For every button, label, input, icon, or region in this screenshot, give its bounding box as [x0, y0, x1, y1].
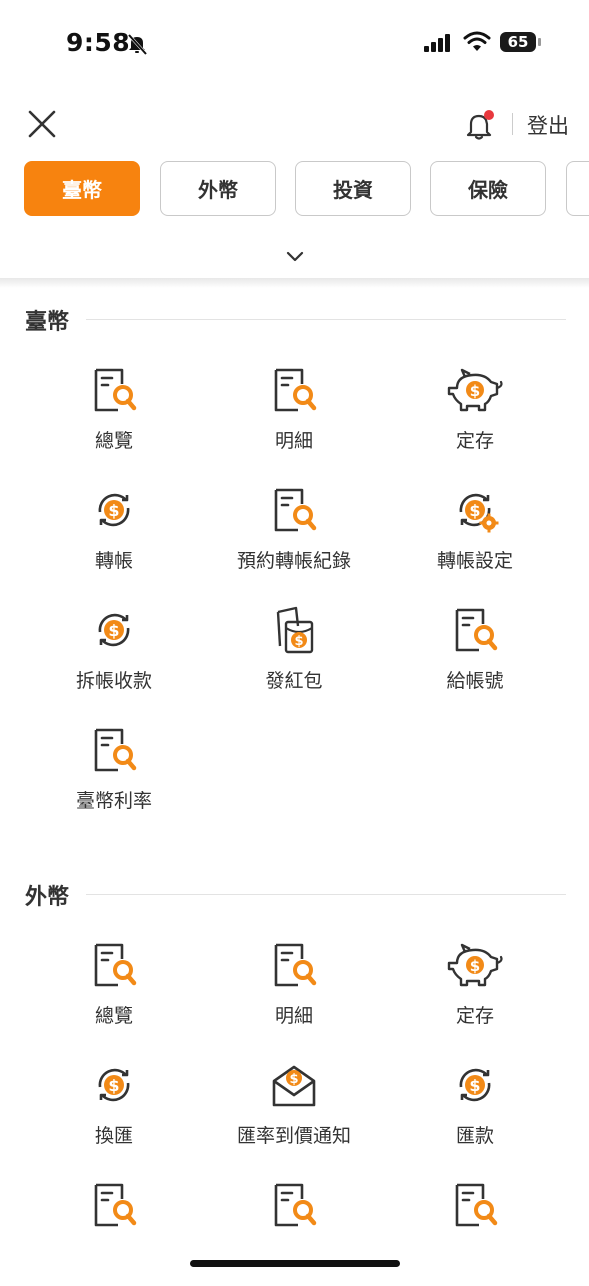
chevron-down-icon[interactable] [284, 248, 306, 266]
function-item-label: 定存 [455, 1005, 494, 1027]
function-item[interactable]: 給帳號 [385, 606, 565, 711]
function-item-label: 拆帳收款 [75, 670, 152, 692]
function-item-label: 明細 [274, 430, 313, 452]
tab-investment[interactable]: 投資 [295, 161, 411, 216]
tab-foreign-currency[interactable]: 外幣 [160, 161, 276, 216]
red-envelope-icon: $ [270, 606, 318, 654]
function-item[interactable] [385, 1181, 565, 1286]
svg-text:$: $ [294, 634, 303, 649]
function-item[interactable]: $ 換匯 [24, 1061, 204, 1166]
dollar-cycle-icon: $ [90, 486, 138, 534]
status-time: 9:58 [66, 28, 131, 57]
doc-search-icon [451, 606, 499, 654]
function-item[interactable]: $ 拆帳收款 [24, 606, 204, 711]
function-item-label: 匯率到價通知 [236, 1125, 351, 1147]
doc-search-icon [270, 1181, 318, 1229]
status-bar: 9:58 65 [0, 0, 589, 90]
dollar-cycle-gear-icon: $ [451, 486, 499, 534]
tab-twd[interactable]: 臺幣 [24, 161, 140, 216]
function-item[interactable]: $ 定存 [385, 366, 565, 471]
function-item[interactable]: $ 定存 [385, 941, 565, 1046]
function-item-label: 臺幣利率 [75, 790, 152, 812]
svg-text:$: $ [469, 1076, 480, 1095]
home-indicator [190, 1260, 400, 1267]
header-shadow [0, 278, 589, 288]
mail-dollar-icon: $ [270, 1061, 318, 1109]
svg-text:$: $ [108, 1076, 119, 1095]
function-item[interactable]: 總覽 [24, 941, 204, 1046]
doc-search-icon [90, 1181, 138, 1229]
bell-muted-icon [127, 33, 148, 55]
function-item-label: 定存 [455, 430, 494, 452]
function-item-label: 明細 [274, 1005, 313, 1027]
svg-text:$: $ [289, 1072, 298, 1087]
logout-button[interactable]: 登出 [527, 110, 569, 140]
svg-text:$: $ [469, 501, 480, 520]
function-item[interactable]: $ 匯率到價通知 [204, 1061, 384, 1166]
doc-search-icon [90, 941, 138, 989]
tab-more[interactable] [566, 161, 589, 216]
function-item[interactable]: 總覽 [24, 366, 204, 471]
category-tabs: 臺幣 外幣 投資 保險 [24, 161, 589, 218]
piggy-bank-icon: $ [447, 366, 503, 414]
section-title-twd: 臺幣 [25, 310, 70, 335]
function-item-label: 轉帳設定 [436, 550, 513, 572]
doc-search-icon [270, 366, 318, 414]
doc-search-icon [451, 1181, 499, 1229]
doc-search-icon [270, 486, 318, 534]
function-item[interactable]: 預約轉帳紀錄 [204, 486, 384, 591]
function-item-label: 轉帳 [94, 550, 133, 572]
close-button[interactable] [26, 108, 58, 140]
wifi-icon [463, 31, 491, 51]
function-item[interactable]: $ 轉帳設定 [385, 486, 565, 591]
function-item-label: 總覽 [94, 1005, 133, 1027]
function-item[interactable] [24, 1181, 204, 1286]
battery-indicator: 65 [500, 32, 536, 52]
notification-badge [484, 110, 494, 120]
svg-text:$: $ [470, 382, 480, 400]
dollar-cycle-icon: $ [90, 606, 138, 654]
section-title-foreign: 外幣 [25, 885, 70, 910]
function-item[interactable]: 明細 [204, 941, 384, 1046]
doc-search-icon [90, 726, 138, 774]
function-item[interactable]: $ 轉帳 [24, 486, 204, 591]
function-item-label: 給帳號 [446, 670, 504, 692]
section-divider [86, 319, 566, 320]
function-item[interactable]: $ 發紅包 [204, 606, 384, 711]
function-item-label: 換匯 [94, 1125, 133, 1147]
svg-text:$: $ [470, 957, 480, 975]
function-item[interactable]: 臺幣利率 [24, 726, 204, 831]
doc-search-icon [90, 366, 138, 414]
svg-text:$: $ [108, 621, 119, 640]
svg-text:$: $ [108, 501, 119, 520]
function-item[interactable] [204, 1181, 384, 1286]
section-divider [86, 894, 566, 895]
function-item-label: 匯款 [455, 1125, 494, 1147]
signal-icon [424, 34, 450, 52]
dollar-cycle-icon: $ [451, 1061, 499, 1109]
dollar-cycle-icon: $ [90, 1061, 138, 1109]
header-divider [512, 113, 513, 135]
battery-tip [538, 38, 541, 46]
function-item-label: 預約轉帳紀錄 [236, 550, 351, 572]
tab-insurance[interactable]: 保險 [430, 161, 546, 216]
function-item-label: 總覽 [94, 430, 133, 452]
function-item-label: 發紅包 [265, 670, 323, 692]
piggy-bank-icon: $ [447, 941, 503, 989]
function-item[interactable]: $ 匯款 [385, 1061, 565, 1166]
function-item[interactable]: 明細 [204, 366, 384, 471]
doc-search-icon [270, 941, 318, 989]
